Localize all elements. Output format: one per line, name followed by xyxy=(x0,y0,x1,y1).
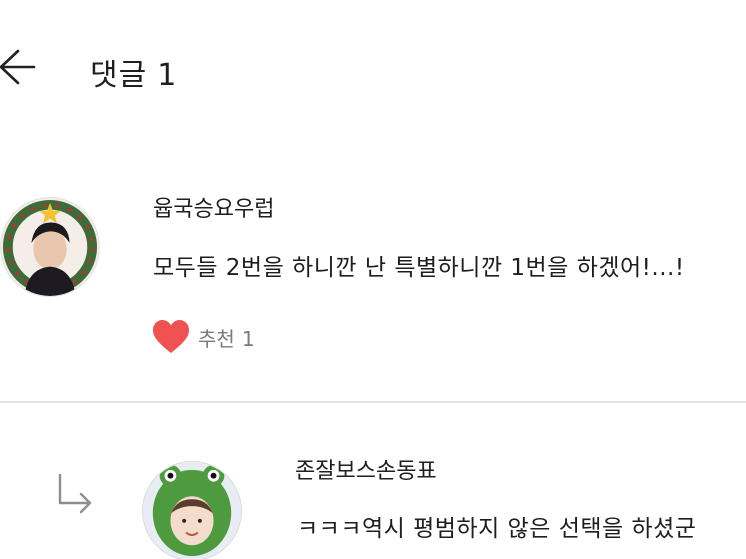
avatar[interactable] xyxy=(142,461,242,559)
like-text: 추천 xyxy=(198,326,235,351)
reply-comment-item: 존잘보스손동표 ㅋㅋㅋ역시 평범하지 않은 선택을 하셨군 xyxy=(0,405,746,559)
avatar-image xyxy=(1,198,99,296)
heart-icon xyxy=(153,320,189,353)
reply-arrow-icon xyxy=(54,471,96,519)
comment-text: 모두들 2번을 하니깐 난 특별하니깐 1번을 하겠어!...! xyxy=(153,255,685,281)
comment-text: ㅋㅋㅋ역시 평범하지 않은 선택을 하셨군 xyxy=(297,516,697,542)
like-button[interactable]: 추천 1 xyxy=(152,317,262,357)
comment-item: 윱국승요우럽 모두들 2번을 하니깐 난 특별하니깐 1번을 하겠어!...! … xyxy=(0,175,746,400)
avatar-image xyxy=(143,462,241,559)
header-bar: 댓글 1 xyxy=(0,0,746,130)
comment-username[interactable]: 존잘보스손동표 xyxy=(295,453,437,485)
comment-count: 1 xyxy=(157,58,178,93)
page-title-label: 댓글 xyxy=(90,58,148,93)
like-label: 추천 1 xyxy=(198,323,262,352)
divider xyxy=(0,401,746,403)
avatar[interactable] xyxy=(0,197,100,297)
like-count: 1 xyxy=(241,326,255,351)
comment-username[interactable]: 윱국승요우럽 xyxy=(153,191,274,223)
arrow-left-icon xyxy=(0,49,36,85)
page-title: 댓글 1 xyxy=(90,50,187,94)
back-button[interactable] xyxy=(0,44,40,90)
